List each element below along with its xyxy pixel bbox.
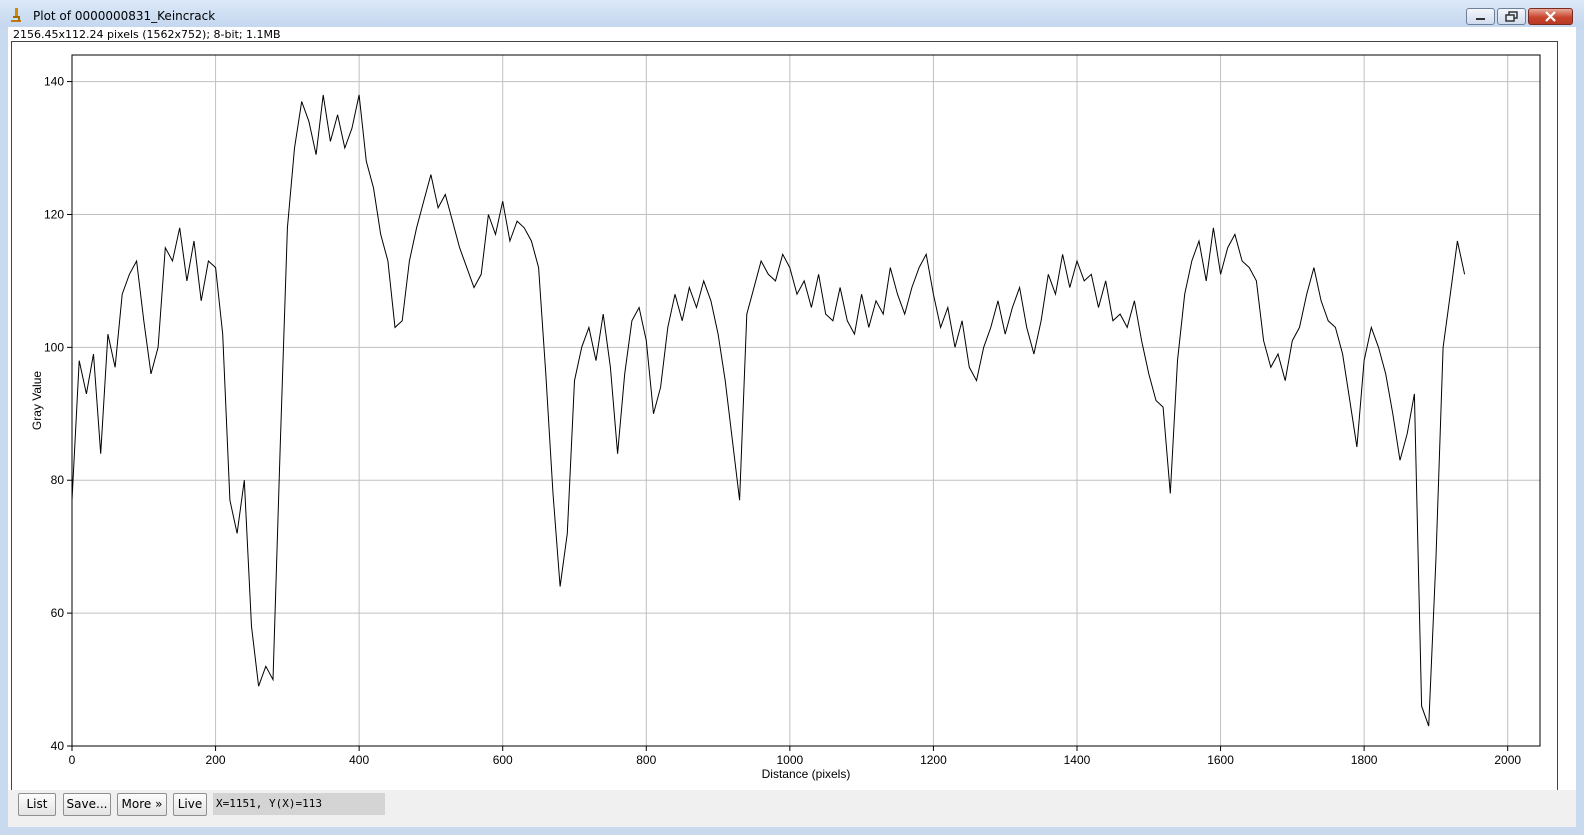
minimize-button[interactable] — [1466, 8, 1495, 25]
plot-area-border — [71, 54, 1541, 747]
client-area: 2156.45x112.24 pixels (1562x752); 8-bit;… — [8, 27, 1576, 827]
plot-window: Plot of 0000000831_Keincrack 2156.45x112… — [0, 0, 1584, 835]
live-button[interactable]: Live — [173, 793, 207, 816]
x-tick-label: 400 — [349, 753, 369, 767]
y-tick-label: 100 — [44, 340, 64, 354]
close-icon — [1545, 11, 1556, 22]
x-tick-label: 1600 — [1207, 753, 1234, 767]
more-button[interactable]: More » — [117, 793, 167, 816]
titlebar[interactable]: Plot of 0000000831_Keincrack — [0, 0, 1584, 29]
restore-button[interactable] — [1497, 8, 1526, 25]
x-tick-label: 200 — [206, 753, 226, 767]
x-tick-label: 1200 — [920, 753, 947, 767]
x-axis-label: Distance (pixels) — [762, 767, 851, 781]
profile-line — [71, 94, 1466, 727]
y-tick-label: 40 — [51, 739, 65, 753]
save-button[interactable]: Save... — [63, 793, 111, 816]
x-tick-label: 1400 — [1064, 753, 1091, 767]
x-tick-label: 0 — [69, 753, 76, 767]
y-axis-label: Gray Value — [30, 371, 44, 430]
x-tick-label: 600 — [493, 753, 513, 767]
cursor-readout: X=1151, Y(X)=113 — [213, 793, 385, 815]
x-tick-label: 800 — [636, 753, 656, 767]
y-tick-label: 140 — [44, 75, 64, 89]
y-tick-label: 120 — [44, 207, 64, 221]
imagej-microscope-icon — [11, 8, 21, 22]
restore-icon — [1505, 11, 1518, 22]
profile-plot[interactable]: 0 200 400 600 800 1000 1200 1400 1600 1800 2000 40 6… — [8, 27, 1576, 790]
minimize-icon — [1476, 18, 1485, 20]
window-title: Plot of 0000000831_Keincrack — [33, 9, 216, 23]
x-tick-label: 1000 — [776, 753, 803, 767]
button-bar: List Save... More » Live X=1151, Y(X)=11… — [8, 790, 1576, 827]
list-button[interactable]: List — [18, 793, 56, 816]
y-tick-label: 80 — [51, 473, 65, 487]
x-tick-label: 2000 — [1494, 753, 1521, 767]
y-tick-label: 60 — [51, 606, 65, 620]
close-button[interactable] — [1528, 8, 1573, 25]
x-tick-label: 1800 — [1351, 753, 1378, 767]
